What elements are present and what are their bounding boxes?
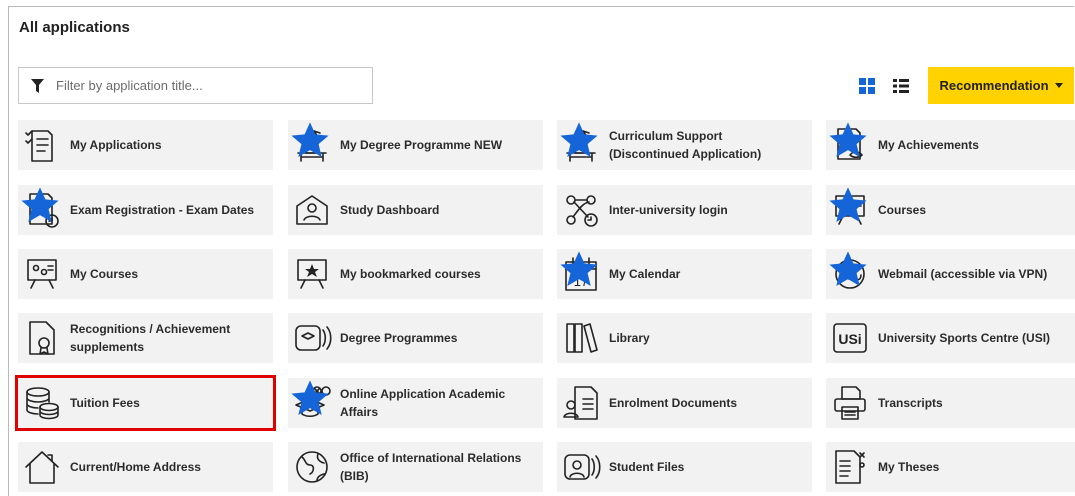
favorite-star-icon <box>829 251 867 286</box>
app-tile-label: Office of International Relations (BIB) <box>340 451 522 483</box>
app-tile-label: Online Application Academic Affairs <box>340 387 506 419</box>
at-sign-icon <box>829 251 870 294</box>
app-tile[interactable]: Online Application Academic Affairs <box>288 378 543 428</box>
app-tile[interactable]: Degree Programmes <box>288 313 543 363</box>
recommendation-dropdown[interactable]: Recommendation <box>928 67 1074 104</box>
chalkboard-icon <box>829 187 870 230</box>
app-tile[interactable]: Transcripts <box>826 378 1075 428</box>
app-tile-label: Curriculum Support (Discontinued Applica… <box>609 129 762 161</box>
favorite-star-icon <box>829 122 867 157</box>
app-tile[interactable]: My Achievements <box>826 120 1075 170</box>
filter-input[interactable] <box>54 77 358 94</box>
house-icon <box>22 447 62 487</box>
chalkboard-icon <box>22 254 62 294</box>
grid-view-icon[interactable] <box>859 78 875 94</box>
app-tile-label: Degree Programmes <box>340 331 458 345</box>
favorite-star-icon <box>291 380 329 415</box>
app-tile-label: My Achievements <box>878 138 979 152</box>
bookmarked-board-icon <box>292 254 332 294</box>
app-tile[interactable]: Study Dashboard <box>288 185 543 235</box>
page-title: All applications <box>19 19 130 36</box>
filter-field[interactable] <box>18 67 373 104</box>
app-tile-label: Current/Home Address <box>70 460 201 474</box>
app-tile[interactable]: Courses <box>826 185 1075 235</box>
globe-icon <box>292 447 332 487</box>
books-icon <box>561 318 601 358</box>
app-tile-label: Library <box>609 331 650 345</box>
favorite-star-icon <box>560 122 598 157</box>
app-tile[interactable]: Current/Home Address <box>18 442 273 492</box>
app-tile-label: My bookmarked courses <box>340 267 481 281</box>
app-tile-label: Tuition Fees <box>70 396 140 410</box>
favorite-star-icon <box>21 187 59 222</box>
app-tile[interactable]: My bookmarked courses <box>288 249 543 299</box>
app-tile-label: My Degree Programme NEW <box>340 138 503 152</box>
app-tile-label: Exam Registration - Exam Dates <box>70 203 255 217</box>
app-tile[interactable]: My Applications <box>18 120 273 170</box>
grade-sheet-icon <box>829 122 870 165</box>
app-tile-label: Courses <box>878 203 927 217</box>
graduation-cap-icon <box>291 380 332 423</box>
app-tile[interactable]: Office of International Relations (BIB) <box>288 442 543 492</box>
list-view-icon[interactable] <box>893 78 909 94</box>
app-tile-label: University Sports Centre (USI) <box>878 331 1051 345</box>
caret-down-icon <box>1054 83 1063 88</box>
app-tile-label: Enrolment Documents <box>609 396 738 410</box>
network-login-icon <box>561 190 601 230</box>
app-tile[interactable]: Webmail (accessible via VPN) <box>826 249 1075 299</box>
thesis-document-icon <box>830 447 870 487</box>
app-tile[interactable]: Student Files <box>557 442 812 492</box>
app-tile-label: Transcripts <box>878 396 943 410</box>
app-tile-label: Study Dashboard <box>340 203 440 217</box>
svg-text:USi: USi <box>838 331 861 347</box>
desk-lamp-icon <box>291 122 332 165</box>
app-tile[interactable]: Enrolment Documents <box>557 378 812 428</box>
study-dashboard-icon <box>292 190 332 230</box>
recommendation-label: Recommendation <box>939 78 1049 93</box>
app-tile-label: Webmail (accessible via VPN) <box>878 267 1048 281</box>
app-tile[interactable]: Exam Registration - Exam Dates <box>18 185 273 235</box>
app-tile[interactable]: Inter-university login <box>557 185 812 235</box>
student-files-icon <box>561 447 601 487</box>
desk-lamp-icon <box>560 122 601 165</box>
app-tile[interactable]: Curriculum Support (Discontinued Applica… <box>557 120 812 170</box>
app-tile[interactable]: USi University Sports Centre (USI) <box>826 313 1075 363</box>
favorite-star-icon <box>291 122 329 157</box>
app-tile[interactable]: Tuition Fees <box>15 375 276 431</box>
app-tile[interactable]: Recognitions / Achievement supplements <box>18 313 273 363</box>
coin-stack-icon <box>22 383 62 423</box>
app-tile-label: My Theses <box>878 460 940 474</box>
usi-logo-icon: USi <box>830 318 870 358</box>
app-tile-label: My Calendar <box>609 267 681 281</box>
printer-icon <box>830 383 870 423</box>
app-tile-label: My Applications <box>70 138 162 152</box>
app-tile-label: Recognitions / Achievement supplements <box>70 322 231 354</box>
exam-sheet-icon <box>21 187 62 230</box>
app-tile-label: My Courses <box>70 267 139 281</box>
app-tile-label: Inter-university login <box>609 203 728 217</box>
filter-icon <box>31 78 44 93</box>
favorite-star-icon <box>560 251 598 286</box>
checklist-icon <box>22 125 62 165</box>
certificate-icon <box>22 318 62 358</box>
calendar-icon: 17 <box>560 251 601 294</box>
app-tile[interactable]: My Courses <box>18 249 273 299</box>
app-tile-label: Student Files <box>609 460 685 474</box>
id-document-icon <box>561 383 601 423</box>
degree-programmes-icon <box>292 318 332 358</box>
app-tile[interactable]: 17 My Calendar <box>557 249 812 299</box>
app-tile[interactable]: My Degree Programme NEW <box>288 120 543 170</box>
app-tile[interactable]: Library <box>557 313 812 363</box>
app-tile[interactable]: My Theses <box>826 442 1075 492</box>
favorite-star-icon <box>829 187 867 222</box>
